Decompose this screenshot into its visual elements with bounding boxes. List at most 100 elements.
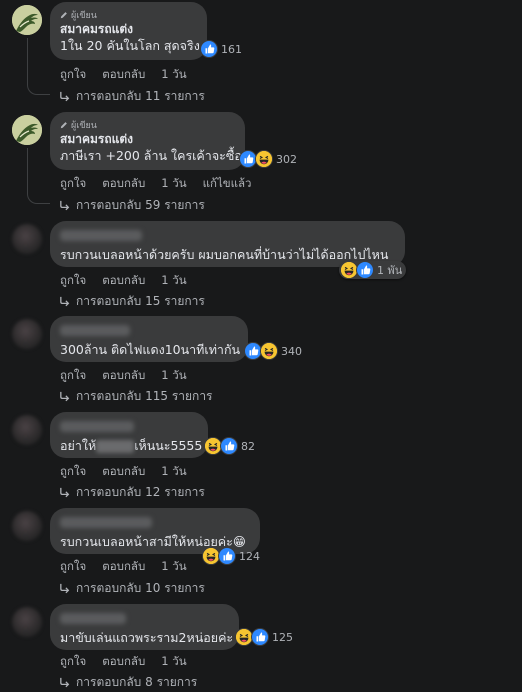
reply-arrow-icon [59, 391, 70, 402]
comment-bubble: 300ล้าน ติดไฟแดง10นาทีเท่ากัน [50, 316, 248, 362]
reply-arrow-icon [59, 583, 70, 594]
edited-label[interactable]: แก้ไขแล้ว [203, 175, 252, 193]
comment-bubble: มาขับเล่นแถวพระราม2หน่อยค่ะ [50, 604, 239, 650]
blurred-author-name[interactable] [60, 421, 134, 432]
reaction-summary[interactable]: 161 [199, 40, 246, 58]
like-reaction-icon [356, 261, 374, 279]
blurred-author-name[interactable] [60, 613, 126, 624]
replies-count-label[interactable]: การตอบกลับ 115 รายการ [76, 387, 213, 406]
comment-bubble: ผู้เขียน สมาคมรถแต่ง ภาษีเรา +200 ล้าน ใ… [50, 112, 245, 170]
haha-reaction-icon [260, 342, 278, 360]
like-button[interactable]: ถูกใจ [60, 272, 86, 290]
reply-button[interactable]: ตอบกลับ [102, 66, 145, 84]
pencil-icon [60, 121, 68, 129]
reaction-summary[interactable]: 302 [238, 150, 301, 168]
like-reaction-icon [218, 547, 236, 565]
reply-arrow-icon [59, 296, 70, 307]
like-button[interactable]: ถูกใจ [60, 463, 86, 481]
comment-text: อย่าให้ เห็นนะ5555 [60, 437, 202, 454]
view-replies-link[interactable]: การตอบกลับ 12 รายการ [59, 483, 205, 502]
comment-text-end: เห็นนะ5555 [134, 438, 203, 453]
replies-count-label[interactable]: การตอบกลับ 8 รายการ [76, 673, 197, 692]
timestamp[interactable]: 1 วัน [161, 463, 186, 481]
blurred-mention[interactable] [96, 440, 135, 453]
author-avatar[interactable] [12, 511, 42, 541]
reply-button[interactable]: ตอบกลับ [102, 653, 145, 671]
comment-text: ภาษีเรา +200 ล้าน ใครเค้าจะซื้อ [60, 148, 242, 163]
reply-button[interactable]: ตอบกลับ [102, 463, 145, 481]
reaction-count: 124 [239, 549, 260, 563]
replies-count-label[interactable]: การตอบกลับ 59 รายการ [76, 196, 205, 215]
reply-arrow-icon [59, 91, 70, 102]
author-badge: ผู้เขียน [60, 119, 235, 131]
thread-connector [27, 148, 50, 204]
comment-actions: ถูกใจ ตอบกลับ 1 วัน [60, 653, 187, 671]
author-avatar[interactable] [12, 224, 42, 254]
comment-text-start: อย่าให้ [60, 438, 97, 453]
comment-actions: ถูกใจ ตอบกลับ 1 วัน [60, 66, 187, 84]
author-avatar[interactable] [12, 115, 42, 145]
blurred-author-name[interactable] [60, 517, 152, 528]
like-button[interactable]: ถูกใจ [60, 66, 86, 84]
comment-text: 1ใน 20 คันในโลก สุดจริง [60, 38, 200, 53]
replies-count-label[interactable]: การตอบกลับ 15 รายการ [76, 292, 205, 311]
timestamp[interactable]: 1 วัน [161, 175, 186, 193]
reply-button[interactable]: ตอบกลับ [102, 367, 145, 385]
comment-actions: ถูกใจ ตอบกลับ 1 วัน [60, 367, 187, 385]
reaction-count: 82 [241, 439, 255, 453]
haha-reaction-icon [255, 150, 273, 168]
thread-connector [27, 38, 50, 95]
timestamp[interactable]: 1 วัน [161, 66, 186, 84]
blurred-author-name[interactable] [60, 230, 142, 241]
author-avatar[interactable] [12, 319, 42, 349]
author-avatar[interactable] [12, 415, 42, 445]
reaction-count: 1 พัน [377, 264, 403, 277]
reply-button[interactable]: ตอบกลับ [102, 272, 145, 290]
comment-actions: ถูกใจ ตอบกลับ 1 วัน [60, 272, 187, 290]
author-name[interactable]: สมาคมรถแต่ง [60, 131, 235, 147]
view-replies-link[interactable]: การตอบกลับ 11 รายการ [59, 87, 205, 106]
reaction-summary[interactable]: 125 [234, 628, 297, 646]
author-badge-label: ผู้เขียน [71, 11, 97, 21]
reply-arrow-icon [59, 487, 70, 498]
author-name[interactable]: สมาคมรถแต่ง [60, 21, 197, 37]
like-button[interactable]: ถูกใจ [60, 558, 86, 576]
like-button[interactable]: ถูกใจ [60, 653, 86, 671]
comment-text: มาขับเล่นแถวพระราม2หน่อยค่ะ [60, 630, 234, 645]
comment-actions: ถูกใจ ตอบกลับ 1 วัน [60, 558, 187, 576]
author-avatar[interactable] [12, 607, 42, 637]
reaction-count: 161 [221, 42, 242, 56]
view-replies-link[interactable]: การตอบกลับ 59 รายการ [59, 196, 205, 215]
comment-actions: ถูกใจ ตอบกลับ 1 วัน [60, 463, 187, 481]
replies-count-label[interactable]: การตอบกลับ 11 รายการ [76, 87, 205, 106]
view-replies-link[interactable]: การตอบกลับ 15 รายการ [59, 292, 205, 311]
author-avatar[interactable] [12, 5, 42, 35]
timestamp[interactable]: 1 วัน [161, 272, 186, 290]
reply-arrow-icon [59, 200, 70, 211]
view-replies-link[interactable]: การตอบกลับ 115 รายการ [59, 387, 213, 406]
timestamp[interactable]: 1 วัน [161, 653, 186, 671]
view-replies-link[interactable]: การตอบกลับ 8 รายการ [59, 673, 197, 692]
author-badge: ผู้เขียน [60, 9, 197, 21]
like-reaction-icon [251, 628, 269, 646]
timestamp[interactable]: 1 วัน [161, 367, 186, 385]
reaction-summary[interactable]: 82 [203, 437, 259, 455]
reaction-summary[interactable]: 124 [201, 547, 264, 565]
like-button[interactable]: ถูกใจ [60, 175, 86, 193]
reply-button[interactable]: ตอบกลับ [102, 558, 145, 576]
reply-button[interactable]: ตอบกลับ [102, 175, 145, 193]
like-reaction-icon [220, 437, 238, 455]
like-button[interactable]: ถูกใจ [60, 367, 86, 385]
comment-bubble: ผู้เขียน สมาคมรถแต่ง 1ใน 20 คันในโลก สุด… [50, 2, 207, 60]
pencil-icon [60, 11, 68, 19]
blurred-author-name[interactable] [60, 325, 130, 336]
reaction-count: 125 [272, 630, 293, 644]
reaction-summary[interactable]: 1 พัน [339, 261, 407, 279]
timestamp[interactable]: 1 วัน [161, 558, 186, 576]
comment-actions: ถูกใจ ตอบกลับ 1 วัน แก้ไขแล้ว [60, 175, 252, 193]
reaction-count: 340 [281, 344, 302, 358]
replies-count-label[interactable]: การตอบกลับ 12 รายการ [76, 483, 205, 502]
replies-count-label[interactable]: การตอบกลับ 10 รายการ [76, 579, 205, 598]
view-replies-link[interactable]: การตอบกลับ 10 รายการ [59, 579, 205, 598]
reaction-summary[interactable]: 340 [243, 342, 306, 360]
